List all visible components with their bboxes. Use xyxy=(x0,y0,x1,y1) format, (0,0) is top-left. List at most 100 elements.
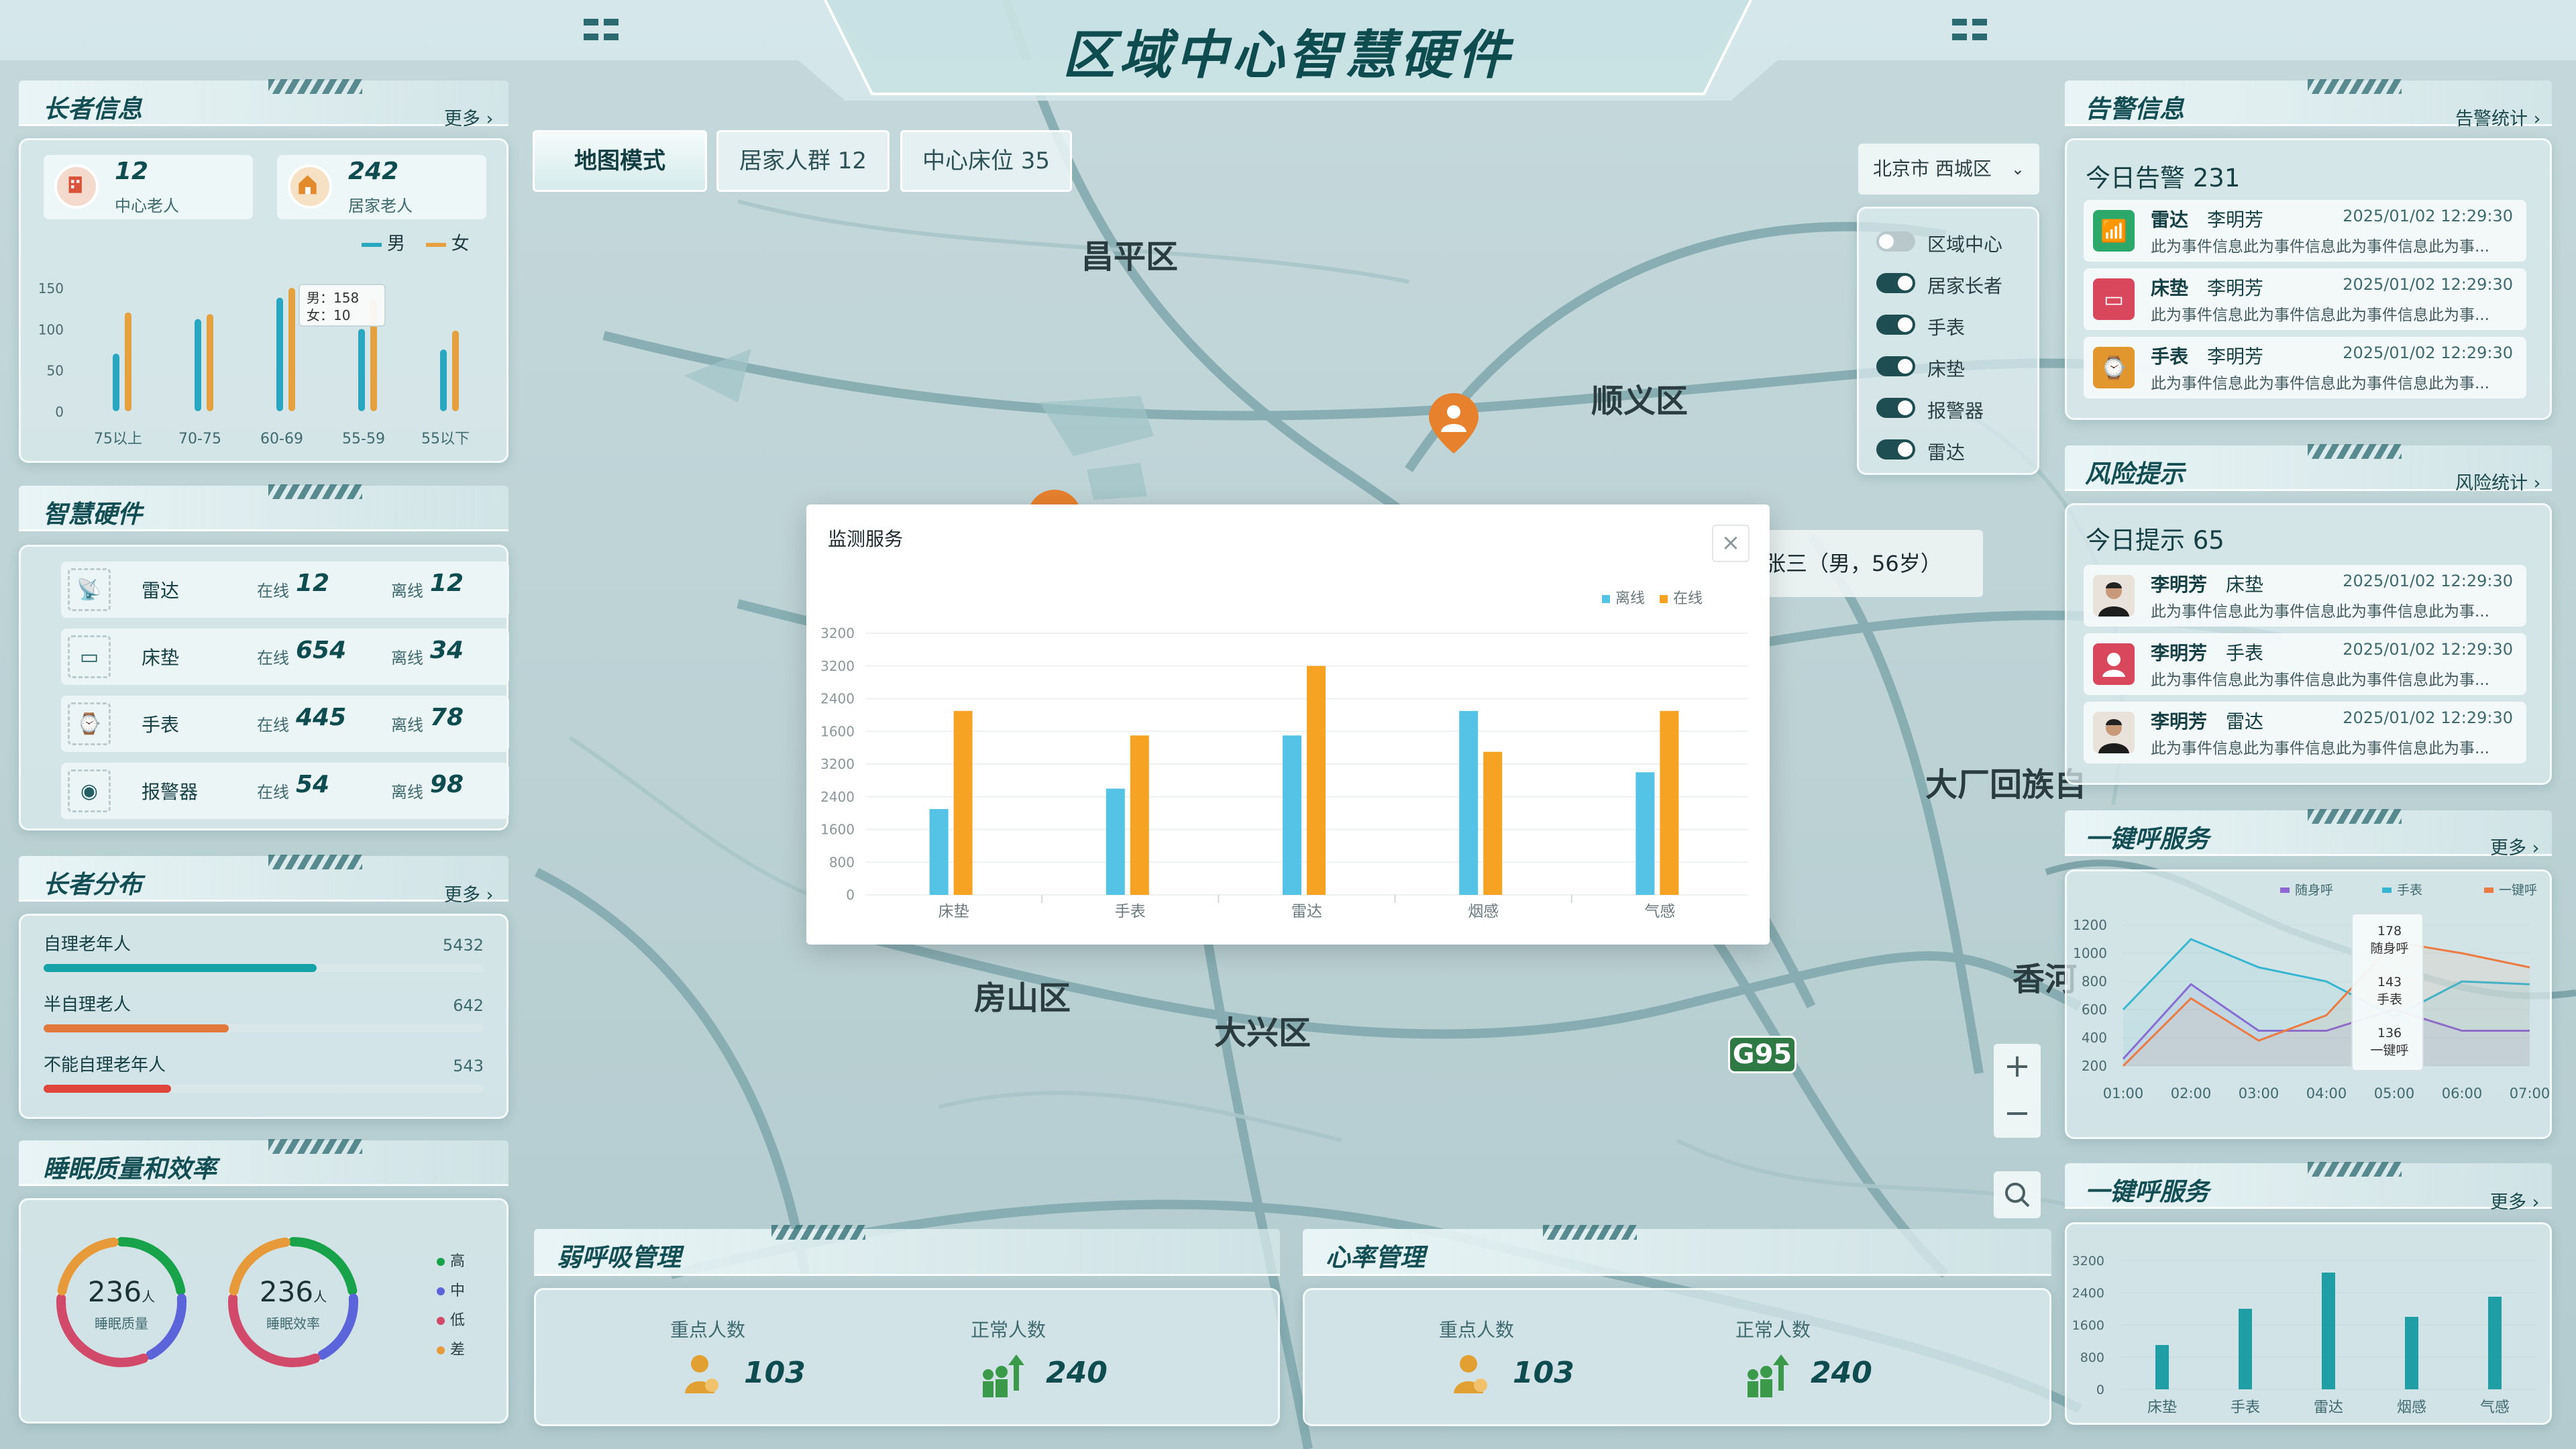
x-tick-label: 05:00 xyxy=(2374,1085,2415,1102)
call-bar-more-link[interactable]: 更多 › xyxy=(2490,1187,2539,1214)
toggle-switch[interactable] xyxy=(1876,273,1915,293)
elder-popup[interactable]: 张三（男，56岁） xyxy=(1744,530,1983,597)
hardware-row-1[interactable]: ▭ 床垫 在线 654 离线 34 xyxy=(61,629,509,685)
layer-toggle-label: 床垫 xyxy=(1927,358,1966,380)
toggle-switch[interactable] xyxy=(1876,439,1915,460)
elder-age-bar-chart: 150 100 50 0 75以上 70-75 60-69 55-59 55以下 xyxy=(38,280,470,447)
risks-stat-link[interactable]: 风险统计 › xyxy=(2455,468,2540,494)
y-tick-label: 3200 xyxy=(820,756,855,772)
x-tick-label: 气感 xyxy=(2480,1399,2510,1416)
elder-info-more-link[interactable]: 更多 › xyxy=(444,104,493,130)
home-elder-card[interactable]: 242 居家老人 xyxy=(277,155,486,219)
zoom-out-button[interactable]: − xyxy=(1994,1091,2041,1138)
more-label: 更多 xyxy=(444,109,480,129)
bar-female xyxy=(288,288,295,411)
toggle-switch[interactable] xyxy=(1876,398,1915,418)
more-label: 更多 xyxy=(2490,838,2526,859)
gauge-number: 236 xyxy=(259,1275,314,1308)
legend-label: 手表 xyxy=(2397,883,2422,898)
head xyxy=(2107,653,2121,666)
bar xyxy=(2322,1273,2335,1389)
layer-toggle-5[interactable]: 雷达 xyxy=(1876,435,2031,464)
legend-label: 高 xyxy=(450,1253,466,1270)
hardware-name: 报警器 xyxy=(142,781,199,803)
alert-time: 2025/01/02 12:29:30 xyxy=(2343,343,2513,362)
hardware-row-2[interactable]: ⌚ 手表 在线 445 离线 78 xyxy=(61,696,509,752)
x-tick-label: 75以上 xyxy=(94,431,142,447)
person-warning-icon xyxy=(1451,1352,1491,1399)
bar-male xyxy=(358,329,365,411)
sleep-legend-item: 差 xyxy=(437,1336,465,1365)
bar-offline xyxy=(1283,735,1301,895)
hardware-row-0[interactable]: 📡 雷达 在线 12 离线 12 xyxy=(61,561,509,618)
progress-fill xyxy=(44,964,317,972)
toggle-switch[interactable] xyxy=(1876,315,1915,335)
hardware-name: 手表 xyxy=(142,714,180,736)
call-line-title: 一键呼服务 xyxy=(2085,824,2209,853)
alert-time: 2025/01/02 12:29:30 xyxy=(2343,275,2513,294)
icon-glyph: ⌚ xyxy=(76,712,102,736)
bar-offline xyxy=(1635,772,1655,895)
heart-key-value: 103 xyxy=(1513,1356,1574,1390)
online-label: 在线 xyxy=(257,716,289,735)
hardware-row-3[interactable]: ◉ 报警器 在线 54 离线 98 xyxy=(61,763,509,819)
bar-male xyxy=(440,350,447,411)
elder-info-title: 长者信息 xyxy=(43,95,142,123)
layer-toggle-4[interactable]: 报警器 xyxy=(1876,394,2031,422)
elder-location-marker[interactable] xyxy=(1429,393,1479,453)
highway-shield-g95: G95 xyxy=(1728,1036,1796,1073)
legend-male: 男 xyxy=(387,233,405,254)
zoom-in-button[interactable]: + xyxy=(1994,1044,2041,1091)
x-tick-label: 70-75 xyxy=(178,431,221,447)
gauge-value: 236人 xyxy=(246,1275,340,1308)
center-elder-label: 中心老人 xyxy=(115,197,179,215)
tab-home-group[interactable]: 居家人群 12 xyxy=(716,130,890,192)
risk-item[interactable]: 李明芳 雷达 2025/01/02 12:29:30 此为事件信息此为事件信息此为事件… xyxy=(2084,702,2526,763)
distribution-value: 543 xyxy=(453,1057,484,1075)
alerts-stat-link[interactable]: 告警统计 › xyxy=(2455,104,2540,130)
center-elder-card[interactable]: 12 中心老人 xyxy=(44,155,253,219)
distribution-more-link[interactable]: 更多 › xyxy=(444,880,493,906)
online-label: 在线 xyxy=(257,649,289,667)
y-tick-label: 1600 xyxy=(820,723,855,739)
toggle-switch[interactable] xyxy=(1876,356,1915,376)
online-count: 54 xyxy=(296,771,330,798)
progress-track xyxy=(44,1085,484,1093)
layer-toggle-1[interactable]: 居家长者 xyxy=(1876,269,2031,297)
online-count: 654 xyxy=(296,637,347,664)
alert-item[interactable]: ▭ 床垫 李明芳 2025/01/02 12:29:30 此为事件信息此为事件信息此为事… xyxy=(2084,268,2526,330)
legend-swatch xyxy=(2484,888,2493,893)
map-search-button[interactable] xyxy=(1994,1171,2041,1218)
icon-glyph: 📡 xyxy=(76,578,102,602)
page-title: 区域中心智慧硬件 xyxy=(1062,25,1513,86)
close-icon[interactable]: × xyxy=(1712,525,1750,562)
layer-toggle-label: 手表 xyxy=(1927,317,1966,339)
offline-label: 离线 xyxy=(391,649,423,667)
alerts-title: 告警信息 xyxy=(2085,95,2184,123)
sleep-legend-item: 高 xyxy=(437,1247,465,1277)
x-tick-label: 55-59 xyxy=(342,431,385,447)
bar-male xyxy=(195,319,201,411)
alert-device: 床垫 xyxy=(2151,277,2189,299)
risk-item[interactable]: 李明芳 床垫 2025/01/02 12:29:30 此为事件信息此为事件信息此为事件… xyxy=(2084,565,2526,627)
monitoring-bar-chart: 3200 3200 2400 1600 3200 2400 1600 800 0 床垫 手表 雷达 烟感… xyxy=(820,625,1748,920)
sleep-legend-item: 低 xyxy=(437,1306,465,1336)
x-tick-label: 烟感 xyxy=(1468,903,1499,920)
layer-toggle-2[interactable]: 手表 xyxy=(1876,311,2031,339)
alert-item[interactable]: 📶 雷达 李明芳 2025/01/02 12:29:30 此为事件信息此为事件信息此为事… xyxy=(2084,200,2526,262)
decor-stripe xyxy=(268,484,362,499)
toggle-switch[interactable] xyxy=(1876,231,1915,252)
legend-label: 随身呼 xyxy=(2295,883,2333,898)
tab-center-beds[interactable]: 中心床位 35 xyxy=(900,130,1072,192)
bar-online xyxy=(1307,665,1326,895)
risk-item[interactable]: 李明芳 手表 2025/01/02 12:29:30 此为事件信息此为事件信息此为事件… xyxy=(2084,633,2526,695)
alert-item[interactable]: ⌚ 手表 李明芳 2025/01/02 12:29:30 此为事件信息此为事件信息此为事… xyxy=(2084,337,2526,398)
legend-dot xyxy=(437,1346,445,1354)
tab-map-mode[interactable]: 地图模式 xyxy=(533,130,707,192)
watch-icon: ⌚ xyxy=(68,702,111,745)
layer-toggle-0[interactable]: 区域中心 xyxy=(1876,227,2031,256)
decor-stripe xyxy=(2308,1162,2402,1177)
region-select[interactable]: 北京市 西城区 ⌄ xyxy=(1858,144,2039,195)
layer-toggle-3[interactable]: 床垫 xyxy=(1876,352,2031,380)
call-line-more-link[interactable]: 更多 › xyxy=(2490,833,2539,859)
